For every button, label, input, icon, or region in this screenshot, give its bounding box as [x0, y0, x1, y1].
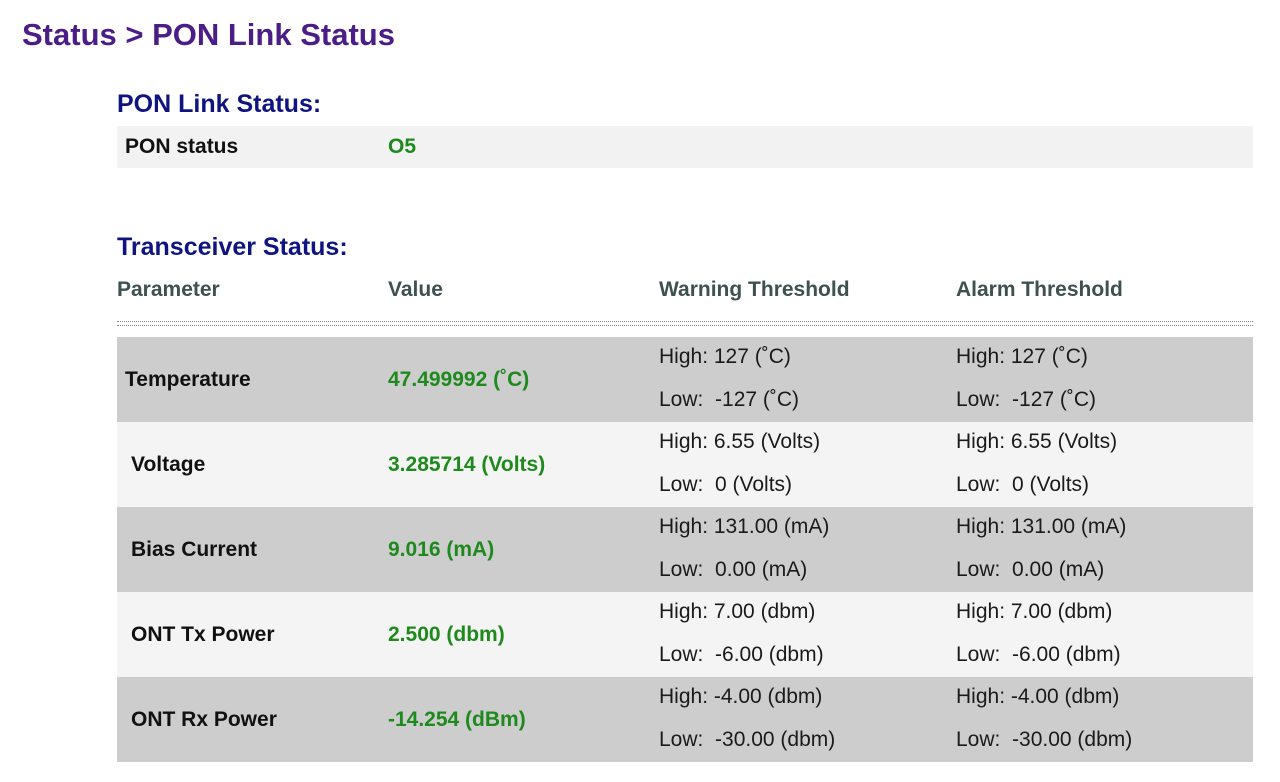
- alarm-low: Low: -30.00 (dbm): [956, 728, 1133, 751]
- table-row: Voltage 3.285714 (Volts) High: 6.55 (Vol…: [117, 422, 1253, 507]
- header-divider: [117, 321, 1253, 326]
- param-value: -14.254 (dBm): [388, 708, 526, 731]
- warning-high: High: -4.00 (dbm): [659, 685, 823, 708]
- warning-high: High: 127 (˚C): [659, 345, 791, 368]
- warning-low: Low: -6.00 (dbm): [659, 643, 824, 666]
- alarm-low: Low: -127 (˚C): [956, 388, 1097, 411]
- alarm-high: High: 6.55 (Volts): [956, 430, 1118, 453]
- warning-low: Low: -127 (˚C): [659, 388, 800, 411]
- alarm-high: High: 127 (˚C): [956, 345, 1088, 368]
- param-value: 9.016 (mA): [388, 538, 495, 561]
- transceiver-status-title: Transceiver Status:: [117, 233, 348, 261]
- warning-low: Low: 0.00 (mA): [659, 558, 808, 581]
- pon-status-label: PON status: [125, 135, 239, 158]
- warning-high: High: 6.55 (Volts): [659, 430, 821, 453]
- alarm-high: High: 131.00 (mA): [956, 515, 1127, 538]
- param-value: 3.285714 (Volts): [388, 453, 546, 476]
- param-name: ONT Tx Power: [131, 623, 275, 646]
- page-title: Status > PON Link Status: [22, 17, 395, 52]
- param-name: Temperature: [125, 368, 251, 391]
- alarm-low: Low: 0 (Volts): [956, 473, 1090, 496]
- warning-high: High: 7.00 (dbm): [659, 600, 816, 623]
- header-warning-threshold: Warning Threshold: [659, 278, 850, 301]
- table-row: Temperature 47.499992 (˚C) High: 127 (˚C…: [117, 337, 1253, 422]
- param-name: Bias Current: [131, 538, 258, 561]
- alarm-low: Low: -6.00 (dbm): [956, 643, 1121, 666]
- warning-low: Low: -30.00 (dbm): [659, 728, 836, 751]
- param-value: 47.499992 (˚C): [388, 368, 530, 391]
- header-parameter: Parameter: [117, 278, 220, 301]
- table-row: Bias Current 9.016 (mA) High: 131.00 (mA…: [117, 507, 1253, 592]
- table-row: ONT Rx Power -14.254 (dBm) High: -4.00 (…: [117, 677, 1253, 762]
- transceiver-table-body: Temperature 47.499992 (˚C) High: 127 (˚C…: [117, 337, 1253, 762]
- pon-status-row: PON status O5: [117, 126, 1253, 168]
- warning-high: High: 131.00 (mA): [659, 515, 830, 538]
- param-name: ONT Rx Power: [131, 708, 277, 731]
- table-row: ONT Tx Power 2.500 (dbm) High: 7.00 (dbm…: [117, 592, 1253, 677]
- header-value: Value: [388, 278, 443, 301]
- alarm-high: High: 7.00 (dbm): [956, 600, 1113, 623]
- pon-status-value: O5: [388, 135, 417, 158]
- pon-link-status-title: PON Link Status:: [117, 90, 322, 118]
- alarm-low: Low: 0.00 (mA): [956, 558, 1105, 581]
- alarm-high: High: -4.00 (dbm): [956, 685, 1120, 708]
- warning-low: Low: 0 (Volts): [659, 473, 793, 496]
- header-alarm-threshold: Alarm Threshold: [956, 278, 1123, 301]
- param-value: 2.500 (dbm): [388, 623, 505, 646]
- param-name: Voltage: [131, 453, 206, 476]
